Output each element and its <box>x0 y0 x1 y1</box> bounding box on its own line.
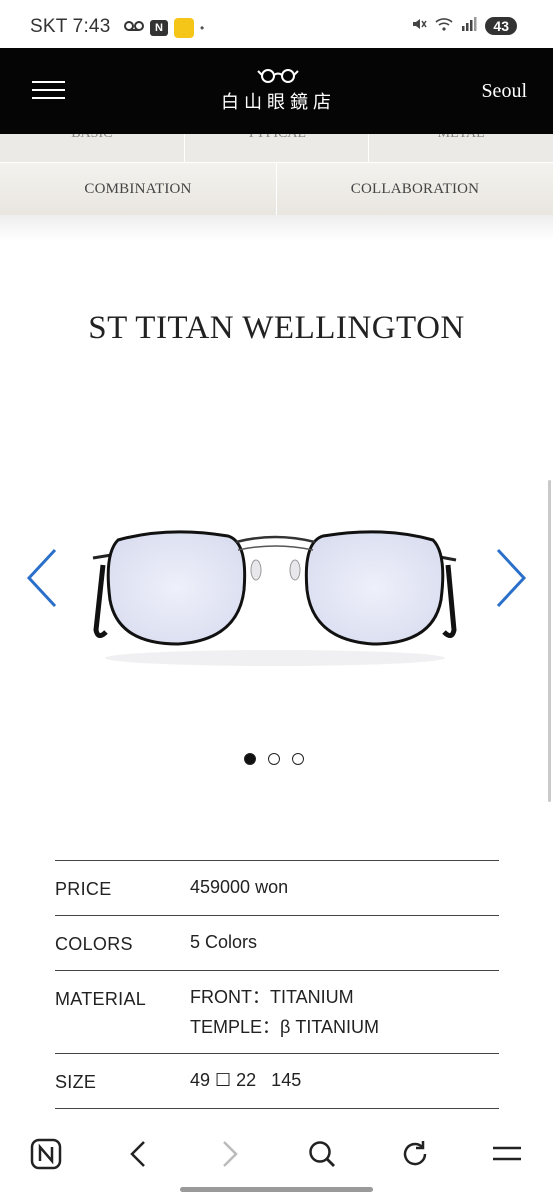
search-button[interactable] <box>300 1132 344 1176</box>
price-value: 459000 won <box>190 877 289 897</box>
tab-label: METAL <box>369 134 553 142</box>
status-bar: SKT 7:43 N • 43 <box>0 0 553 48</box>
size-value: 49 ☐ 22 145 <box>190 1070 302 1090</box>
status-time: SKT 7:43 <box>30 16 111 37</box>
site-header: 白山眼鏡店 Seoul <box>0 48 553 134</box>
category-tabs-row-1: BASIC TYPICAL METAL <box>0 134 553 162</box>
search-icon <box>309 1141 335 1167</box>
logo-text: 白山眼鏡店 <box>221 92 336 113</box>
chevron-right-icon <box>496 548 527 608</box>
spec-label: MATERIAL <box>55 989 147 1009</box>
browser-menu-button[interactable] <box>485 1132 529 1176</box>
carousel-dot-3[interactable] <box>292 753 304 765</box>
tab-metal[interactable]: METAL <box>369 134 553 162</box>
hamburger-icon <box>32 81 65 83</box>
spec-row-price: PRICE 459000 won <box>55 861 499 916</box>
back-button[interactable] <box>116 1132 160 1176</box>
tab-typical[interactable]: TYPICAL <box>185 134 370 162</box>
mute-icon <box>411 16 428 35</box>
carousel-dot-1[interactable] <box>244 753 256 765</box>
tabs-shadow <box>0 215 553 241</box>
carousel-dot-2[interactable] <box>268 753 280 765</box>
spec-label: SIZE <box>55 1072 97 1092</box>
tab-basic[interactable]: BASIC <box>0 134 185 162</box>
spec-label: COLORS <box>55 934 133 954</box>
menu-icon <box>493 1146 521 1161</box>
product-image-glasses <box>92 530 457 666</box>
tab-combination[interactable]: COMBINATION <box>0 163 277 216</box>
spec-row-size: SIZE 49 ☐ 22 145 <box>55 1054 499 1109</box>
notification-icons: N • <box>124 18 204 38</box>
category-tabs-row-2: COMBINATION COLLABORATION <box>0 162 553 216</box>
material-front: FRONT：TITANIUM <box>190 987 354 1007</box>
carousel-prev-button[interactable] <box>25 546 59 610</box>
back-icon <box>130 1141 145 1167</box>
refresh-icon <box>403 1141 427 1166</box>
battery-level: 43 <box>485 16 517 35</box>
naver-notification-icon: N <box>150 20 168 36</box>
page-scrollbar[interactable] <box>548 480 551 802</box>
spec-label: PRICE <box>55 879 112 899</box>
gesture-home-indicator[interactable] <box>180 1187 373 1192</box>
tab-label: BASIC <box>0 134 184 142</box>
chevron-left-icon <box>26 548 57 608</box>
glasses-logo-icon <box>257 69 299 83</box>
naver-home-icon <box>30 1138 62 1170</box>
system-icons: 43 <box>411 16 517 35</box>
carousel-dots <box>244 753 304 765</box>
product-specs-table: PRICE 459000 won COLORS 5 Colors MATERIA… <box>55 860 499 1109</box>
voicemail-icon <box>124 20 144 36</box>
app-notification-icon <box>174 18 194 38</box>
wifi-icon <box>435 16 453 35</box>
more-notifications-dot: • <box>200 21 205 35</box>
hamburger-line <box>32 97 65 99</box>
naver-home-button[interactable] <box>24 1132 68 1176</box>
material-value: FRONT：TITANIUM TEMPLE：β TITANIUM <box>190 971 499 1053</box>
colors-value: 5 Colors <box>190 932 258 952</box>
refresh-button[interactable] <box>393 1132 437 1176</box>
site-logo[interactable]: 白山眼鏡店 <box>206 66 351 114</box>
spec-row-material: MATERIAL FRONT：TITANIUM TEMPLE：β TITANIU… <box>55 971 499 1054</box>
hamburger-menu-button[interactable] <box>32 81 65 101</box>
signal-icon <box>461 16 477 35</box>
forward-icon <box>223 1141 238 1167</box>
material-temple: TEMPLE：β TITANIUM <box>190 1017 380 1037</box>
carousel-next-button[interactable] <box>494 546 528 610</box>
tab-label: TYPICAL <box>185 134 369 142</box>
spec-row-colors: COLORS 5 Colors <box>55 916 499 971</box>
city-selector[interactable]: Seoul <box>481 80 527 103</box>
forward-button[interactable] <box>208 1132 252 1176</box>
product-title: ST TITAN WELLINGTON <box>88 310 465 346</box>
hamburger-line <box>32 89 65 91</box>
tab-collaboration[interactable]: COLLABORATION <box>277 163 553 216</box>
